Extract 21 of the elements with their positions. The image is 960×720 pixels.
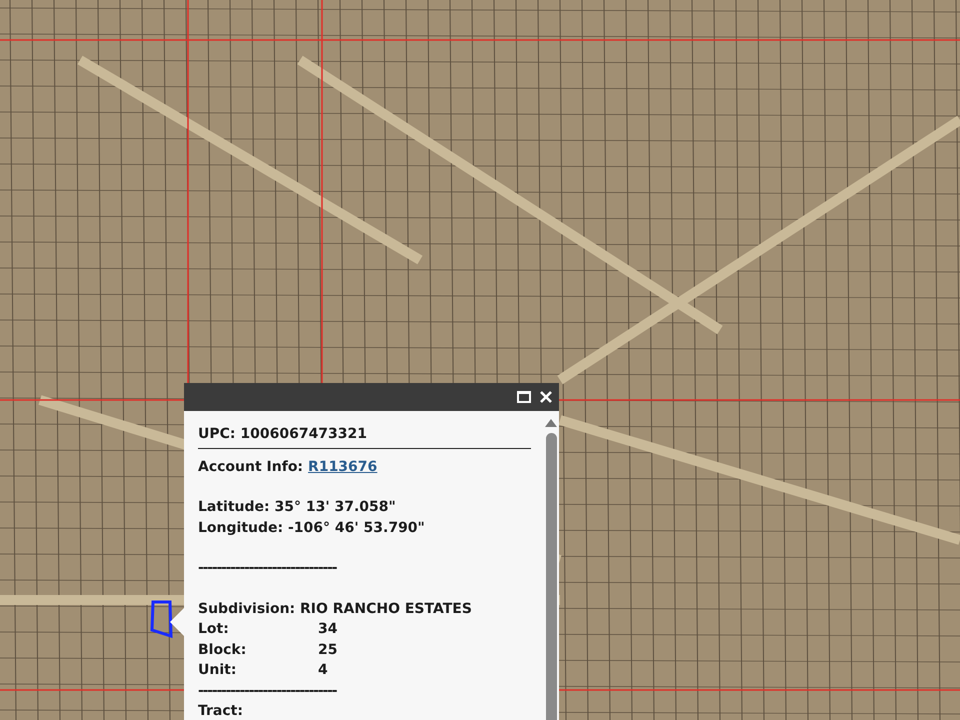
scroll-thumb[interactable] (546, 433, 556, 720)
upc-text: UPC: 1006067473321 (198, 425, 368, 444)
account-link[interactable]: R113676 (308, 456, 378, 477)
separator-text: ------------------------------ (198, 559, 336, 578)
account-label: Account Info: (198, 458, 304, 476)
separator-text: ------------------------------ (198, 682, 336, 700)
longitude-text: Longitude: -106° 46' 53.790" (198, 518, 426, 538)
close-icon (539, 390, 553, 404)
field-label: Lot: (198, 620, 230, 639)
tract-label: Tract: (198, 702, 244, 720)
maximize-button[interactable] (517, 391, 531, 403)
field-label: Block: (198, 640, 248, 660)
latitude-text: Latitude: 35° 13' 37.058" (198, 498, 397, 517)
subdivision-text: Subdivision: RIO RANCHO ESTATES (198, 600, 473, 618)
parcel-outline-icon (150, 600, 174, 640)
close-button[interactable] (539, 390, 553, 404)
field-value: 4 (318, 661, 328, 680)
field-label: Unit: (198, 661, 238, 680)
field-value: 34 (318, 620, 338, 639)
scroll-up-icon[interactable] (545, 419, 557, 427)
field-value: 25 (318, 640, 338, 660)
